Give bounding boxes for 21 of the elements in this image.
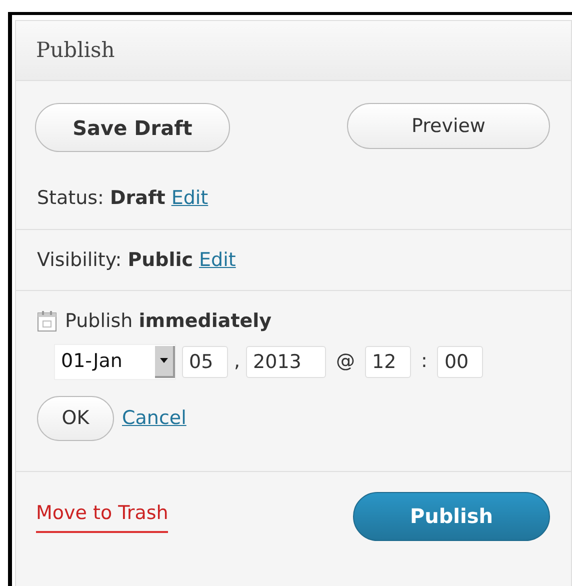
move-to-trash-link[interactable]: Move to Trash: [36, 498, 168, 534]
separator: :: [421, 349, 428, 374]
text-field[interactable]: 12: [365, 346, 412, 378]
edit-link[interactable]: Edit: [199, 246, 236, 274]
separator: @: [336, 349, 356, 374]
text-field[interactable]: 00: [437, 346, 484, 378]
edit-link[interactable]: Edit: [171, 184, 208, 212]
text-field[interactable]: 2013: [246, 346, 326, 378]
month-select[interactable]: 01-Jan: [54, 344, 176, 380]
text-field[interactable]: 05: [182, 346, 228, 378]
status-text: Status: Draft: [37, 186, 166, 211]
ok-button[interactable]: OK: [37, 396, 114, 440]
visibility-text: Visibility: Public: [37, 248, 194, 272]
preview-button[interactable]: Preview: [347, 103, 550, 149]
cancel-link[interactable]: Cancel: [122, 404, 186, 432]
publish-schedule-text: Publish immediately: [65, 309, 272, 334]
save-draft-button[interactable]: Save Draft: [35, 103, 230, 152]
panel-title: Publish: [36, 36, 115, 64]
separator: ,: [234, 349, 240, 374]
calendar-icon: [37, 310, 57, 332]
publish-button[interactable]: Publish: [353, 492, 550, 540]
